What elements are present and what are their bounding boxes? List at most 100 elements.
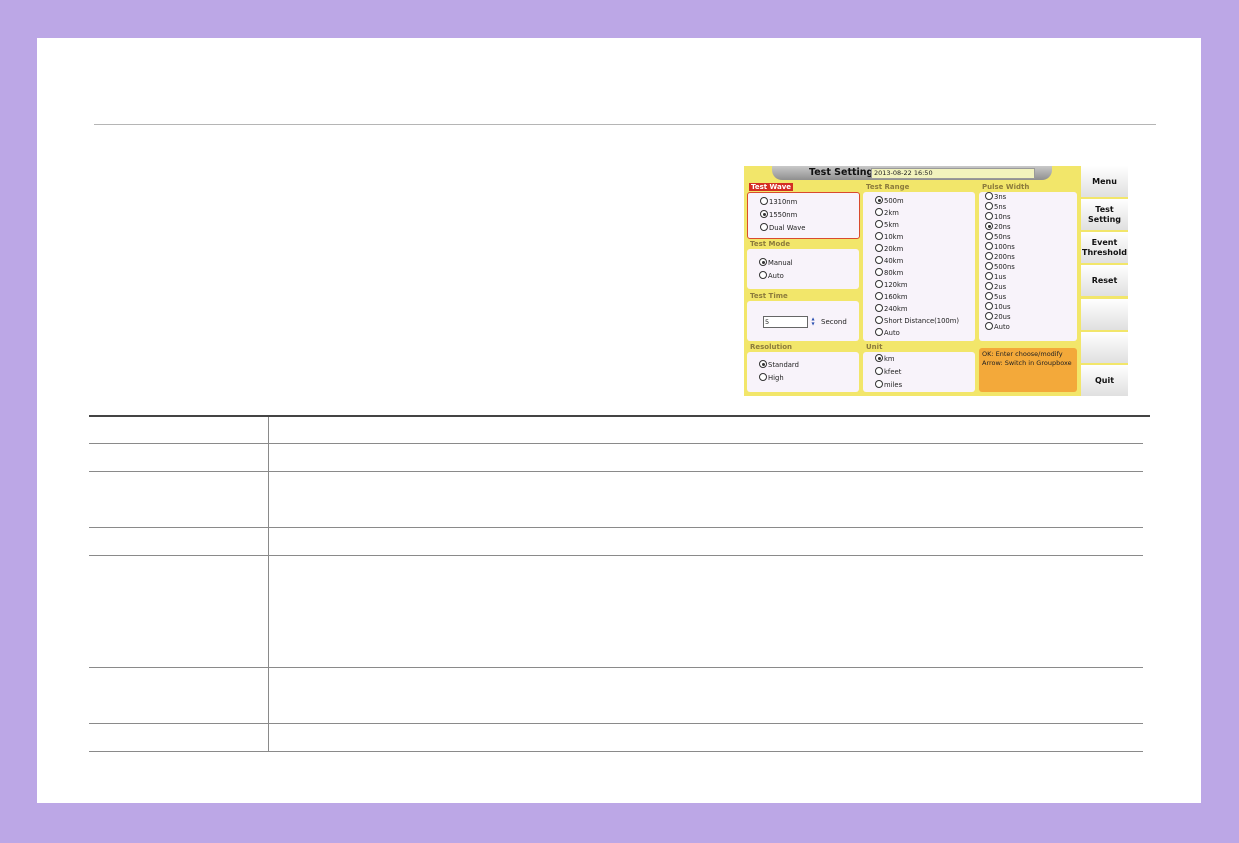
- document-page: Test Setting 2013-08-22 16:50 Test Wave …: [37, 38, 1201, 803]
- resolution-title: Resolution: [750, 343, 793, 351]
- option-1310nm[interactable]: 1310nm: [760, 197, 797, 207]
- table-row-divider: [89, 723, 1143, 724]
- option-20km[interactable]: 20km: [875, 244, 903, 254]
- option-50ns[interactable]: 50ns: [985, 232, 1011, 242]
- table-row-divider: [89, 471, 1143, 472]
- radio-km[interactable]: [875, 354, 883, 362]
- radio-100ns[interactable]: [985, 242, 993, 250]
- test-time-input[interactable]: 5: [763, 316, 808, 328]
- option-2us[interactable]: 2us: [985, 282, 1006, 292]
- reset-button[interactable]: Reset: [1081, 265, 1128, 296]
- option-500m[interactable]: 500m: [875, 196, 904, 206]
- option-auto-pulse[interactable]: Auto: [985, 322, 1010, 332]
- radio-auto-mode[interactable]: [759, 271, 767, 279]
- option-200ns[interactable]: 200ns: [985, 252, 1015, 262]
- option-3ns[interactable]: 3ns: [985, 192, 1006, 202]
- radio-20us[interactable]: [985, 312, 993, 320]
- option-20us[interactable]: 20us: [985, 312, 1011, 322]
- option-80km[interactable]: 80km: [875, 268, 903, 278]
- radio-160km[interactable]: [875, 292, 883, 300]
- option-120km[interactable]: 120km: [875, 280, 908, 290]
- radio-5ns[interactable]: [985, 202, 993, 210]
- table-row-divider: [89, 443, 1143, 444]
- option-160km[interactable]: 160km: [875, 292, 908, 302]
- radio-standard[interactable]: [759, 360, 767, 368]
- option-10ns[interactable]: 10ns: [985, 212, 1011, 222]
- spin-down-icon[interactable]: ▼: [810, 321, 816, 326]
- resolution-group: Standard High: [747, 352, 859, 392]
- radio-high[interactable]: [759, 373, 767, 381]
- radio-auto-range[interactable]: [875, 328, 883, 336]
- test-time-spinner[interactable]: ▲ ▼: [810, 316, 816, 327]
- test-range-title: Test Range: [866, 183, 910, 191]
- table-column-divider: [268, 417, 269, 752]
- radio-2km[interactable]: [875, 208, 883, 216]
- table-row-divider: [89, 667, 1143, 668]
- hint-box: OK: Enter choose/modify Arrow: Switch in…: [979, 348, 1077, 392]
- test-time-group: 5 ▲ ▼ Second: [747, 301, 859, 341]
- option-km[interactable]: km: [875, 354, 895, 364]
- radio-1310nm[interactable]: [760, 197, 768, 205]
- option-5ns[interactable]: 5ns: [985, 202, 1006, 212]
- option-auto-range[interactable]: Auto: [875, 328, 900, 338]
- radio-kfeet[interactable]: [875, 367, 883, 375]
- option-1550nm[interactable]: 1550nm: [760, 210, 797, 220]
- option-5us[interactable]: 5us: [985, 292, 1006, 302]
- radio-manual[interactable]: [759, 258, 767, 266]
- option-1us[interactable]: 1us: [985, 272, 1006, 282]
- option-standard[interactable]: Standard: [759, 360, 799, 370]
- option-2km[interactable]: 2km: [875, 208, 899, 218]
- option-100ns[interactable]: 100ns: [985, 242, 1015, 252]
- option-kfeet[interactable]: kfeet: [875, 367, 901, 377]
- radio-10us[interactable]: [985, 302, 993, 310]
- radio-1us[interactable]: [985, 272, 993, 280]
- blank-button-2[interactable]: [1081, 332, 1128, 363]
- radio-20ns[interactable]: [985, 222, 993, 230]
- event-threshold-button[interactable]: Event Threshold: [1081, 232, 1128, 263]
- option-500ns[interactable]: 500ns: [985, 262, 1015, 272]
- radio-50ns[interactable]: [985, 232, 993, 240]
- radio-10ns[interactable]: [985, 212, 993, 220]
- option-auto-mode[interactable]: Auto: [759, 271, 784, 281]
- datetime-display: 2013-08-22 16:50: [871, 168, 1035, 179]
- option-10us[interactable]: 10us: [985, 302, 1011, 312]
- option-manual[interactable]: Manual: [759, 258, 793, 268]
- test-wave-title: Test Wave: [749, 183, 794, 191]
- table-row-divider: [89, 555, 1143, 556]
- radio-3ns[interactable]: [985, 192, 993, 200]
- option-miles[interactable]: miles: [875, 380, 902, 390]
- option-dual-wave[interactable]: Dual Wave: [760, 223, 805, 233]
- option-short-distance[interactable]: Short Distance(100m): [875, 316, 959, 326]
- radio-miles[interactable]: [875, 380, 883, 388]
- radio-5km[interactable]: [875, 220, 883, 228]
- radio-120km[interactable]: [875, 280, 883, 288]
- menu-button[interactable]: Menu: [1081, 166, 1128, 197]
- test-wave-group: 1310nm 1550nm Dual Wave: [747, 192, 860, 239]
- option-5km[interactable]: 5km: [875, 220, 899, 230]
- option-40km[interactable]: 40km: [875, 256, 903, 266]
- option-20ns[interactable]: 20ns: [985, 222, 1011, 232]
- option-10km[interactable]: 10km: [875, 232, 903, 242]
- hint-line-arrow: Arrow: Switch in Groupboxe: [982, 359, 1072, 367]
- screen-title: Test Setting: [809, 167, 874, 178]
- radio-dual-wave[interactable]: [760, 223, 768, 231]
- pulse-width-title: Pulse Width: [982, 183, 1030, 191]
- option-high[interactable]: High: [759, 373, 784, 383]
- radio-20km[interactable]: [875, 244, 883, 252]
- blank-button-1[interactable]: [1081, 299, 1128, 330]
- quit-button[interactable]: Quit: [1081, 365, 1128, 396]
- radio-240km[interactable]: [875, 304, 883, 312]
- radio-1550nm[interactable]: [760, 210, 768, 218]
- radio-200ns[interactable]: [985, 252, 993, 260]
- test-setting-button[interactable]: Test Setting: [1081, 199, 1128, 230]
- radio-5us[interactable]: [985, 292, 993, 300]
- radio-500m[interactable]: [875, 196, 883, 204]
- radio-500ns[interactable]: [985, 262, 993, 270]
- option-240km[interactable]: 240km: [875, 304, 908, 314]
- radio-80km[interactable]: [875, 268, 883, 276]
- radio-40km[interactable]: [875, 256, 883, 264]
- radio-10km[interactable]: [875, 232, 883, 240]
- radio-short-distance[interactable]: [875, 316, 883, 324]
- radio-2us[interactable]: [985, 282, 993, 290]
- radio-auto-pulse[interactable]: [985, 322, 993, 330]
